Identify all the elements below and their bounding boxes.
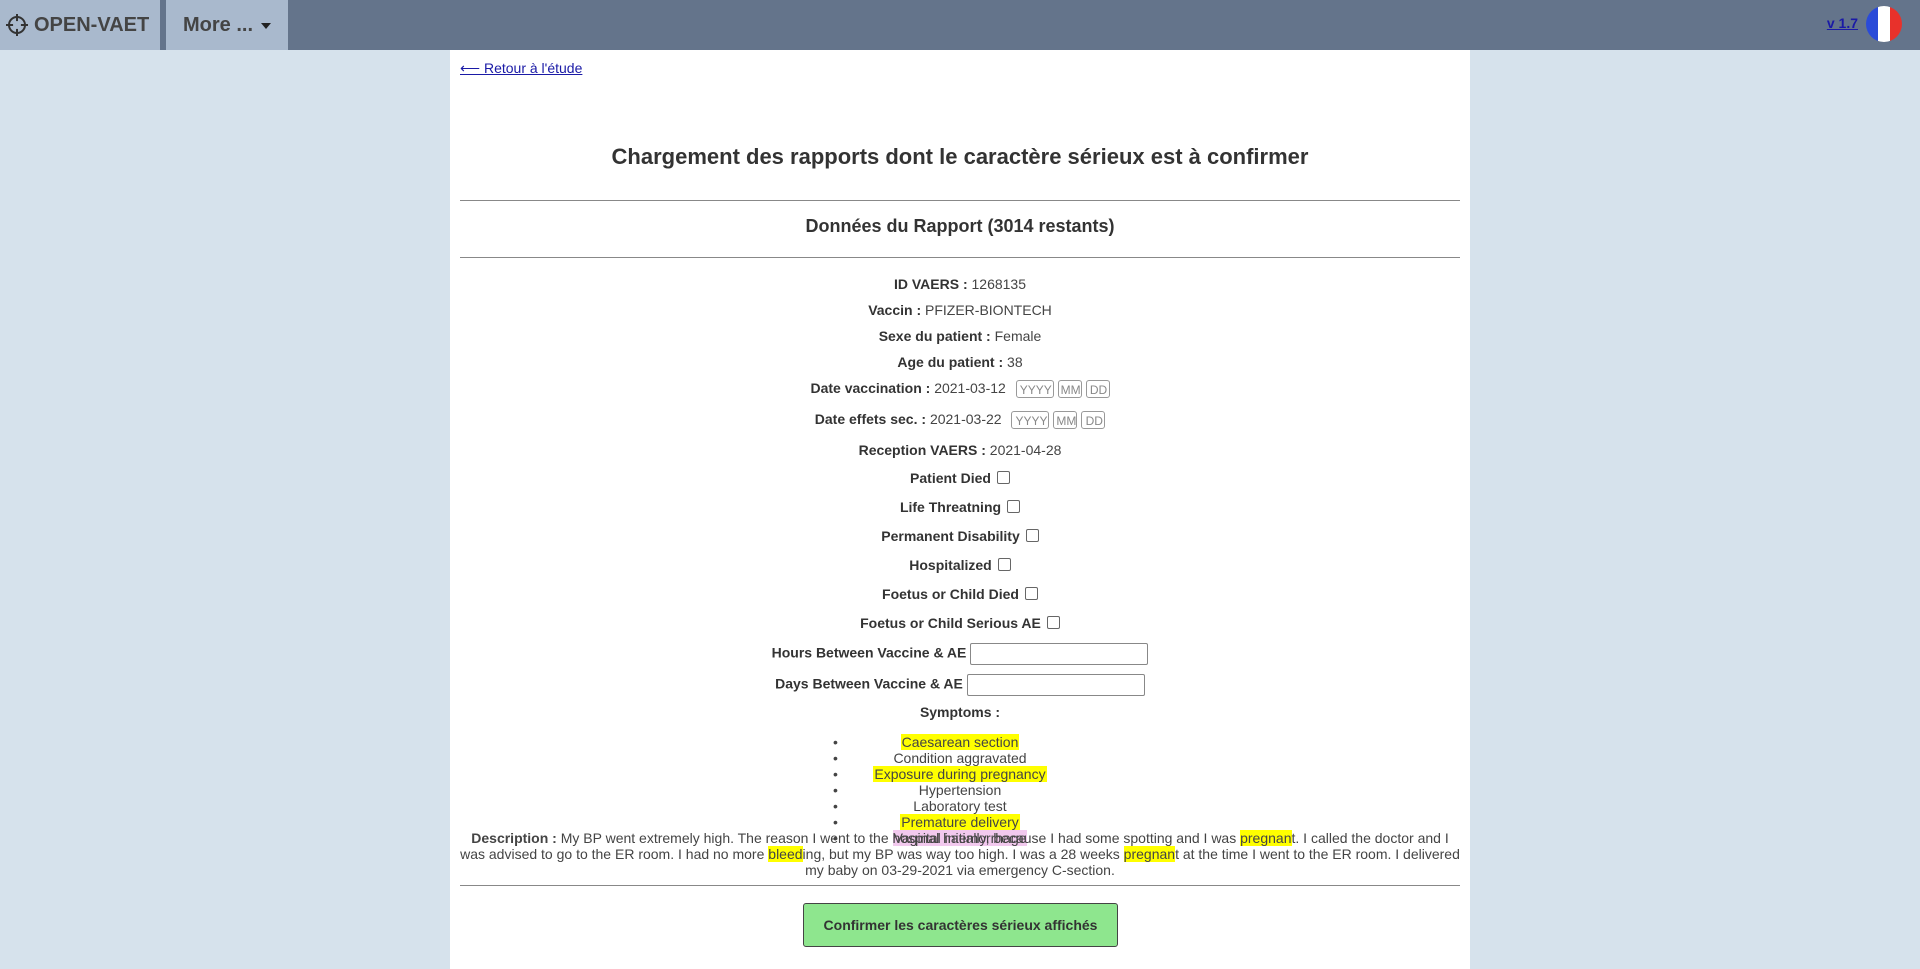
field-value: 2021-03-22 — [929, 411, 1002, 427]
days-input[interactable] — [966, 674, 1145, 696]
field-patient-age: Age du patient : 38 — [450, 354, 1470, 370]
brand-logo[interactable]: OPEN-VAET — [0, 0, 160, 50]
back-to-study-link[interactable]: ⟵ Retour à l'étude — [460, 60, 582, 77]
field-label: ID VAERS : — [893, 276, 968, 292]
checkbox-label: Patient Died — [910, 470, 991, 486]
flag-stripe-red — [1890, 6, 1902, 42]
version-link[interactable]: v 1.7 — [1827, 15, 1858, 31]
list-item: • Caesarean section — [833, 734, 1020, 750]
checkbox-label: Foetus or Child Died — [882, 586, 1019, 602]
symptom-label: Exposure during pregnancy — [873, 766, 1047, 782]
symptoms-heading: Symptoms : — [450, 704, 1470, 720]
field-vaers-reception: Reception VAERS : 2021-04-28 — [450, 442, 1470, 458]
french-flag-icon[interactable] — [1866, 6, 1902, 42]
symptom-label: Caesarean section — [900, 734, 1020, 750]
symptoms-label: Symptoms : — [919, 704, 1001, 720]
checkbox-label: Permanent Disability — [881, 528, 1020, 544]
confirm-seriousness-button[interactable]: Confirmer les caractères sérieux affiché… — [803, 903, 1118, 947]
field-ae-date: Date effets sec. : 2021-03-22 YYYY MM DD — [450, 411, 1470, 430]
description: Description : My BP went extremely high.… — [460, 830, 1460, 878]
keyword-highlight: pregnan — [1240, 830, 1292, 846]
flag-stripe-white — [1878, 6, 1890, 42]
page-title: Chargement des rapports dont le caractèr… — [611, 144, 1309, 169]
keyword-highlight: bleed — [768, 846, 803, 862]
checkbox[interactable] — [996, 470, 1010, 484]
month-input[interactable]: MM — [1053, 411, 1078, 430]
checkbox-permanent-disability: Permanent Disability — [450, 528, 1470, 544]
checkbox[interactable] — [1024, 586, 1038, 600]
description-label: Description : — [471, 830, 557, 846]
more-menu-button[interactable]: More ... — [166, 0, 288, 50]
top-nav-bar: OPEN-VAET More ... v 1.7 — [0, 0, 1920, 50]
field-value: 38 — [1007, 354, 1023, 370]
checkbox[interactable] — [997, 557, 1011, 571]
field-value: 1268135 — [971, 276, 1027, 292]
field-value: Female — [994, 328, 1042, 344]
list-item: • Hypertension — [833, 782, 1002, 798]
main-panel: ⟵ Retour à l'étude Chargement des rappor… — [450, 50, 1470, 969]
divider — [460, 200, 1460, 201]
divider — [460, 257, 1460, 258]
field-value: 2021-03-12 — [934, 380, 1006, 396]
field-label: Date vaccination : — [810, 380, 931, 396]
checkbox[interactable] — [1007, 499, 1021, 513]
day-input[interactable]: DD — [1085, 380, 1110, 399]
checkbox-hospitalized: Hospitalized — [450, 557, 1470, 573]
description-text: ing, but my BP was way too high. I was a… — [802, 846, 1124, 862]
field-days-between: Days Between Vaccine & AE — [450, 674, 1470, 696]
field-vaccine: Vaccin : PFIZER-BIONTECH — [450, 302, 1470, 318]
report-subtitle: Données du Rapport (3014 restants) — [805, 216, 1115, 236]
checkbox-label: Hospitalized — [909, 557, 992, 573]
field-label: Sexe du patient : — [878, 328, 991, 344]
list-item: • Laboratory test — [833, 798, 1007, 814]
field-label: Age du patient : — [897, 354, 1004, 370]
checkbox-patient-died: Patient Died — [450, 470, 1470, 486]
field-value: PFIZER-BIONTECH — [925, 302, 1052, 318]
field-label: Reception VAERS : — [858, 442, 986, 458]
field-label: Date effets sec. : — [814, 411, 927, 427]
checkbox[interactable] — [1025, 528, 1039, 542]
more-menu-label: More ... — [182, 13, 253, 36]
symptom-label: Hypertension — [918, 782, 1002, 798]
field-value: 2021-04-28 — [989, 442, 1062, 458]
list-item: • Exposure during pregnancy — [833, 766, 1047, 782]
field-label: Vaccin : — [868, 302, 922, 318]
checkbox-foetus-child-died: Foetus or Child Died — [450, 586, 1470, 602]
field-vaccination-date: Date vaccination : 2021-03-12 YYYY MM DD — [450, 380, 1470, 399]
field-hours-between: Hours Between Vaccine & AE — [450, 643, 1470, 665]
keyword-highlight: pregnan — [1123, 846, 1176, 862]
crosshair-icon — [6, 14, 28, 36]
divider — [460, 885, 1460, 886]
checkbox-foetus-child-serious-ae: Foetus or Child Serious AE — [450, 615, 1470, 631]
field-patient-sex: Sexe du patient : Female — [450, 328, 1470, 344]
day-input[interactable]: DD — [1081, 411, 1106, 430]
year-input[interactable]: YYYY — [1015, 380, 1054, 399]
caret-down-icon — [261, 23, 271, 29]
checkbox-label: Foetus or Child Serious AE — [860, 615, 1041, 631]
description-text: My BP went extremely high. The reason I … — [556, 830, 1241, 846]
list-item: • Condition aggravated — [833, 750, 1027, 766]
month-input[interactable]: MM — [1057, 380, 1082, 399]
symptom-label: Condition aggravated — [893, 750, 1027, 766]
input-label: Days Between Vaccine & AE — [775, 675, 963, 692]
brand-name: OPEN-VAET — [34, 13, 150, 36]
symptom-label: Premature delivery — [900, 814, 1020, 830]
field-vaers-id: ID VAERS : 1268135 — [450, 276, 1470, 292]
year-input[interactable]: YYYY — [1011, 411, 1050, 430]
symptom-label: Laboratory test — [913, 798, 1007, 814]
flag-stripe-blue — [1866, 6, 1878, 42]
checkbox-label: Life Threatning — [899, 499, 1002, 515]
input-label: Hours Between Vaccine & AE — [771, 644, 967, 661]
list-item: • Premature delivery — [833, 814, 1020, 830]
hours-input[interactable] — [970, 643, 1149, 665]
checkbox[interactable] — [1046, 615, 1060, 629]
checkbox-life-threatening: Life Threatning — [450, 499, 1470, 515]
